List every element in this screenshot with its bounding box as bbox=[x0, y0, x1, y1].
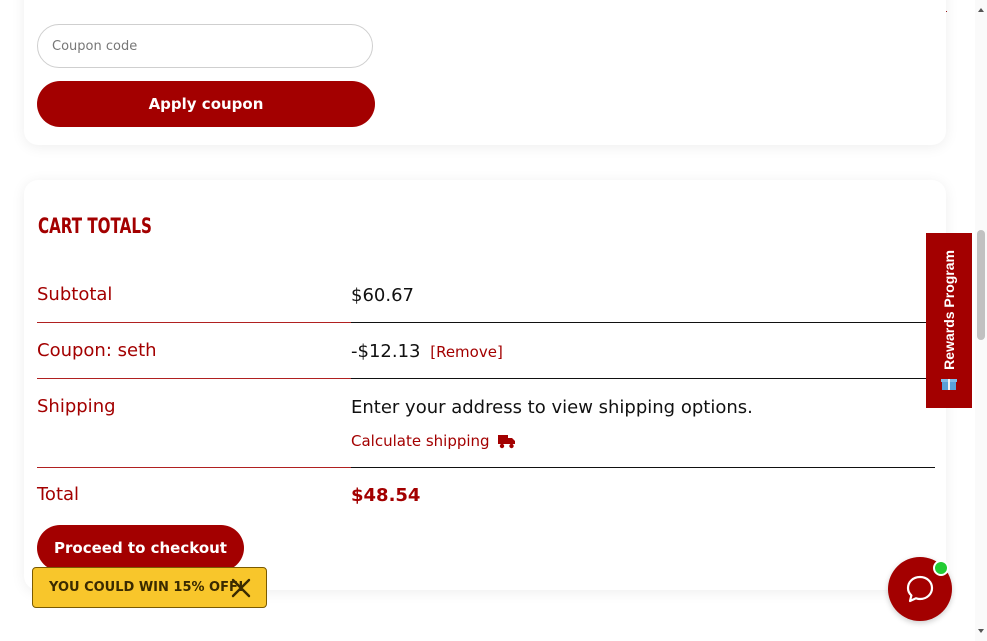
scrollbar[interactable] bbox=[975, 0, 987, 641]
scrollbar-thumb[interactable] bbox=[977, 230, 985, 340]
row-divider bbox=[351, 322, 935, 323]
row-divider bbox=[351, 378, 935, 379]
promo-text: YOU COULD WIN 15% OFF! bbox=[49, 580, 244, 595]
calculate-shipping-label: Calculate shipping bbox=[351, 432, 490, 450]
subtotal-label: Subtotal bbox=[37, 284, 113, 305]
rewards-program-tab[interactable]: Rewards Program bbox=[926, 233, 972, 408]
gift-icon bbox=[941, 379, 957, 391]
scroll-down-arrow-icon[interactable] bbox=[977, 627, 985, 635]
chat-button[interactable] bbox=[888, 557, 952, 621]
row-divider bbox=[37, 378, 351, 379]
scroll-up-arrow-icon[interactable] bbox=[977, 6, 985, 14]
chat-bubble-icon bbox=[906, 575, 934, 603]
coupon-discount-row: -$12.13 [Remove] bbox=[351, 341, 503, 362]
proceed-to-checkout-button[interactable]: Proceed to checkout bbox=[37, 525, 244, 571]
calculate-shipping-link[interactable]: Calculate shipping bbox=[351, 432, 516, 450]
shipping-label: Shipping bbox=[37, 396, 116, 417]
coupon-label: Coupon: seth bbox=[37, 340, 157, 361]
remove-coupon-link[interactable]: [Remove] bbox=[430, 343, 503, 361]
total-label: Total bbox=[37, 484, 80, 505]
subtotal-value: $60.67 bbox=[351, 285, 414, 306]
total-value: $48.54 bbox=[351, 485, 421, 506]
close-icon[interactable] bbox=[230, 577, 252, 599]
row-divider bbox=[37, 467, 351, 468]
row-divider bbox=[37, 322, 351, 323]
online-status-dot bbox=[933, 560, 949, 576]
truck-icon bbox=[497, 434, 515, 448]
coupon-code-input[interactable] bbox=[37, 24, 373, 68]
apply-coupon-button[interactable]: Apply coupon bbox=[37, 81, 375, 127]
coupon-discount-value: -$12.13 bbox=[351, 341, 421, 362]
row-divider bbox=[351, 467, 935, 468]
promo-banner[interactable]: YOU COULD WIN 15% OFF! bbox=[32, 567, 267, 608]
shipping-message: Enter your address to view shipping opti… bbox=[351, 397, 753, 418]
cart-totals-heading: CART TOTALS bbox=[38, 214, 152, 238]
rewards-program-label: Rewards Program bbox=[941, 249, 957, 370]
